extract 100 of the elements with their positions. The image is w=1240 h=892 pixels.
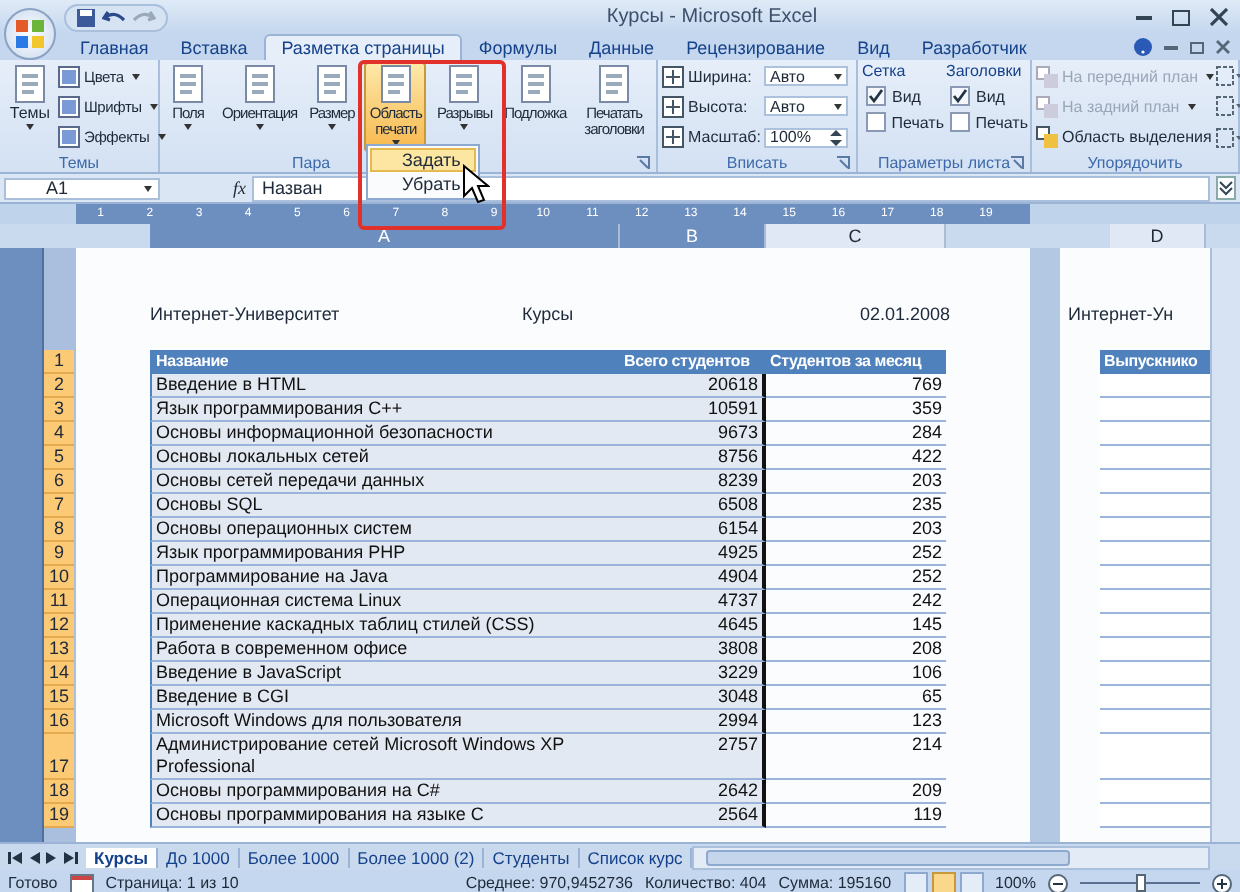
ribbon-tab[interactable]: Вид xyxy=(841,36,906,60)
name-box[interactable]: A1 xyxy=(4,177,160,199)
horizontal-scrollbar[interactable] xyxy=(692,845,1210,869)
group-label: Темы xyxy=(58,153,100,171)
layers-icon xyxy=(1036,126,1058,149)
ribbon-button[interactable]: Темы xyxy=(4,62,56,152)
menu-item[interactable]: Задать xyxy=(370,148,476,172)
group-label: Вписать xyxy=(726,153,788,171)
row-header[interactable]: 16 xyxy=(44,710,74,734)
row-header[interactable]: 15 xyxy=(44,686,74,710)
row-header[interactable]: 2 xyxy=(44,374,74,398)
row-header[interactable]: 11 xyxy=(44,590,74,614)
row-header[interactable]: 17 xyxy=(44,734,74,780)
table-cell: 235 xyxy=(766,494,946,518)
table-cell: 9673 xyxy=(620,422,766,446)
status-text: Количество: 404 xyxy=(644,874,767,892)
field-label: Ширина: xyxy=(688,67,754,86)
function-button[interactable]: fx xyxy=(233,178,246,198)
office-button[interactable] xyxy=(4,8,56,60)
column-header[interactable]: C xyxy=(766,224,946,248)
dropdown-field[interactable]: 100% xyxy=(764,127,848,148)
row-header[interactable]: 13 xyxy=(44,638,74,662)
table-cell: 769 xyxy=(766,374,946,398)
row-header[interactable]: 3 xyxy=(44,398,74,422)
table-cell: 4645 xyxy=(620,614,766,638)
table-cell: 6508 xyxy=(620,494,766,518)
minimize-icon xyxy=(1164,45,1178,49)
expand-icon xyxy=(1216,176,1236,200)
table-cell: 3048 xyxy=(620,686,766,710)
checkbox[interactable]: Вид xyxy=(862,86,944,106)
table-cell: 214 xyxy=(766,734,946,780)
row-header[interactable]: 10 xyxy=(44,566,74,590)
table-cell: Основы операционных систем xyxy=(150,518,620,542)
view-button[interactable] xyxy=(959,872,984,892)
view-button[interactable] xyxy=(903,872,928,892)
sheet-tab[interactable]: Более 1000 xyxy=(239,847,350,867)
sheet-tab[interactable]: Курсы xyxy=(86,847,158,867)
group-icon xyxy=(1216,96,1240,117)
checkbox[interactable]: Печать xyxy=(862,112,944,132)
ribbon-tab[interactable]: Данные xyxy=(573,36,671,60)
window-title: Курсы - Microsoft Excel xyxy=(604,6,820,28)
caret-icon xyxy=(834,103,842,110)
table-cell: Язык программирования PHP xyxy=(150,542,620,566)
dropdown-field[interactable]: Авто xyxy=(764,96,848,117)
table-cell: 2564 xyxy=(620,804,766,828)
table-cell: 203 xyxy=(766,470,946,494)
field-label: Высота: xyxy=(688,97,750,116)
caret-icon xyxy=(144,185,152,191)
table-cell: Программирование на Java xyxy=(150,566,620,590)
table-cell: Введение в JavaScript xyxy=(150,662,620,686)
ribbon-tab[interactable]: Разметка страницы xyxy=(263,34,463,60)
table-cell: 4737 xyxy=(620,590,766,614)
check-icon xyxy=(868,88,884,104)
row-header[interactable]: 18 xyxy=(44,780,74,804)
table-cell: Основы программирования на C# xyxy=(150,780,620,804)
sheet-tab[interactable]: Более 1000 (2) xyxy=(349,847,485,867)
zoom-level[interactable]: 100% xyxy=(995,874,1036,892)
row-header[interactable]: 7 xyxy=(44,494,74,518)
align-icon xyxy=(1216,66,1240,87)
row-header[interactable]: 9 xyxy=(44,542,74,566)
row-header[interactable]: 4 xyxy=(44,422,74,446)
ribbon-tab[interactable]: Разработчик xyxy=(905,36,1043,60)
column-heading: Всего студентов xyxy=(620,350,766,374)
dropdown-field[interactable]: Авто xyxy=(764,66,848,87)
table-cell: Применение каскадных таблиц стилей (CSS) xyxy=(150,614,620,638)
row-header[interactable]: 6 xyxy=(44,470,74,494)
option-heading: Заголовки xyxy=(946,62,1024,80)
redo-icon xyxy=(132,9,156,25)
table-cell: 4904 xyxy=(620,566,766,590)
group-label: Упорядочить xyxy=(1087,153,1183,171)
spin-icon xyxy=(830,127,842,148)
ribbon-tab[interactable]: Формулы xyxy=(462,36,574,60)
zoom-slider[interactable] xyxy=(1136,874,1146,892)
ribbon-tab[interactable]: Рецензирование xyxy=(670,36,842,60)
group-label: Параметры листа xyxy=(877,153,1011,171)
sheet-tab[interactable]: Студенты xyxy=(484,847,580,867)
checkbox[interactable]: Печать xyxy=(946,112,1028,132)
row-header[interactable]: 5 xyxy=(44,446,74,470)
row-header[interactable]: 8 xyxy=(44,518,74,542)
sheet-tab[interactable]: До 1000 xyxy=(157,847,240,867)
table-cell: 359 xyxy=(766,398,946,422)
status-text: Готово xyxy=(8,874,58,892)
row-header[interactable]: 14 xyxy=(44,662,74,686)
row-header[interactable]: 19 xyxy=(44,804,74,828)
table-cell: 119 xyxy=(766,804,946,828)
check-icon xyxy=(952,88,968,104)
table-cell: 2757 xyxy=(620,734,766,780)
vertical-scrollbar[interactable] xyxy=(1210,248,1240,842)
close-icon xyxy=(1216,40,1230,54)
column-heading: Название xyxy=(150,350,620,374)
ribbon-tab[interactable]: Вставка xyxy=(164,36,264,60)
row-header[interactable]: 12 xyxy=(44,614,74,638)
ribbon-tab[interactable]: Главная xyxy=(64,36,165,60)
table-cell: 65 xyxy=(766,686,946,710)
table-cell: 8239 xyxy=(620,470,766,494)
row-header[interactable]: 1 xyxy=(44,350,74,374)
ribbon-button[interactable]: Область выделения xyxy=(1036,126,1215,149)
column-header[interactable]: D xyxy=(1110,224,1206,248)
view-button[interactable] xyxy=(931,872,956,892)
checkbox[interactable]: Вид xyxy=(946,86,1028,106)
